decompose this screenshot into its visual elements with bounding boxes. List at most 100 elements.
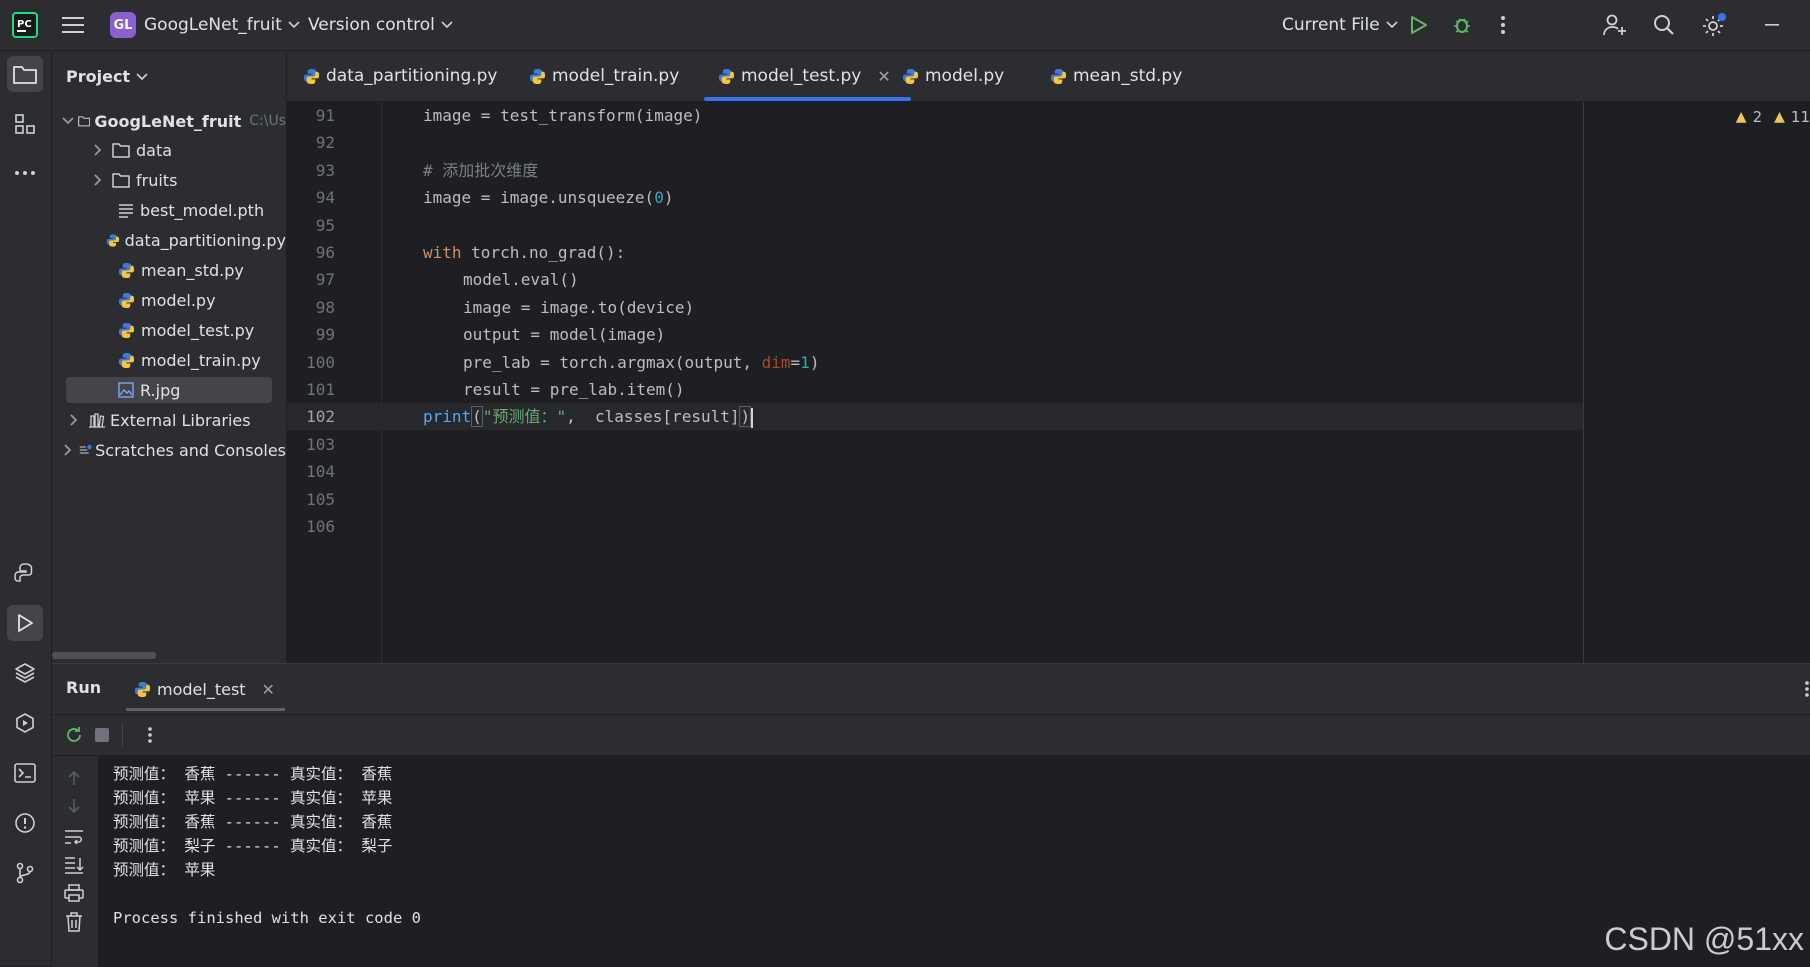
code-line[interactable]: 91 image = test_transform(image) xyxy=(287,102,1583,129)
close-icon[interactable]: ✕ xyxy=(262,680,275,699)
inspection-widget[interactable]: ▲ 2 ▲ 11 xyxy=(1736,108,1810,126)
more-vertical-icon[interactable] xyxy=(147,726,153,744)
tree-item-data[interactable]: data xyxy=(52,137,286,163)
console-line: Process finished with exit code 0 xyxy=(113,909,421,927)
more-actions-icon[interactable] xyxy=(1500,0,1506,50)
code-line[interactable]: 92 xyxy=(287,129,1583,156)
problems-tool-button[interactable] xyxy=(7,805,43,841)
arrow-up-icon[interactable] xyxy=(66,770,82,786)
close-icon[interactable]: ✕ xyxy=(877,67,890,86)
code-line[interactable]: 103 xyxy=(287,431,1583,458)
more-options-icon[interactable] xyxy=(1804,680,1810,698)
console-line: 预测值： 梨子 ------ 真实值： 梨子 xyxy=(113,837,393,855)
tree-item-model-test[interactable]: model_test.py xyxy=(52,317,286,343)
python-console-button[interactable] xyxy=(7,555,43,591)
run-tab-model-test[interactable]: model_test ✕ xyxy=(126,664,285,714)
code-line[interactable]: 93 # 添加批次维度 xyxy=(287,157,1583,184)
code-line[interactable]: 97 model.eval() xyxy=(287,266,1583,293)
project-panel-header[interactable]: Project xyxy=(66,67,148,86)
code-line[interactable]: 99 output = model(image) xyxy=(287,321,1583,348)
code-line[interactable]: 104 xyxy=(287,458,1583,485)
warning-count: 2 xyxy=(1752,108,1763,126)
services-tool-button[interactable] xyxy=(7,705,43,741)
scroll-to-end-icon[interactable] xyxy=(64,856,84,874)
git-branch-icon xyxy=(16,862,34,884)
stop-icon[interactable] xyxy=(95,728,109,742)
code-editor[interactable]: 91 image = test_transform(image) 92 93 # 添加批… xyxy=(287,102,1810,663)
horizontal-scrollbar[interactable] xyxy=(52,652,156,659)
tree-item-fruits[interactable]: fruits xyxy=(52,167,286,193)
project-tool-button[interactable] xyxy=(7,56,43,92)
version-control-widget[interactable]: Version control xyxy=(308,0,453,50)
python-file-icon xyxy=(1050,68,1067,84)
arrow-down-icon[interactable] xyxy=(66,798,82,814)
settings-gear-icon[interactable] xyxy=(1701,0,1727,50)
code-line[interactable]: 100 pre_lab = torch.argmax(output, dim=1) xyxy=(287,349,1583,376)
code-text: # 添加批次维度 xyxy=(423,157,538,184)
code-line[interactable]: 105 xyxy=(287,486,1583,513)
python-file-icon xyxy=(118,352,135,368)
code-text: model.eval() xyxy=(463,266,579,293)
tree-item-external-libraries[interactable]: External Libraries xyxy=(52,407,286,433)
folder-icon xyxy=(112,143,130,158)
tree-item-scratches[interactable]: Scratches and Consoles xyxy=(52,437,286,463)
tree-item-model-train[interactable]: model_train.py xyxy=(52,347,286,373)
run-button[interactable] xyxy=(1410,0,1428,50)
chevron-right-icon[interactable] xyxy=(62,444,74,456)
editor-tab-bar: data_partitioning.py model_train.py mode… xyxy=(287,51,1810,102)
run-tool-button[interactable] xyxy=(7,605,43,641)
code-line[interactable]: 106 xyxy=(287,513,1583,540)
line-number: 99 xyxy=(315,325,335,345)
soft-wrap-icon[interactable] xyxy=(64,828,84,846)
print-icon[interactable] xyxy=(64,884,84,902)
code-line[interactable]: 101 result = pre_lab.item() xyxy=(287,376,1583,403)
layers-tool-button[interactable] xyxy=(7,655,43,691)
structure-tool-button[interactable] xyxy=(7,106,43,142)
code-line[interactable]: 102 print("预测值：", classes[result]) xyxy=(287,403,1583,431)
tree-root-project[interactable]: GoogLeNet_fruit C:\Us xyxy=(52,108,286,134)
more-tools-button[interactable] xyxy=(7,155,43,191)
more-horizontal-icon xyxy=(15,171,35,175)
minimize-window-icon[interactable] xyxy=(1765,0,1781,50)
tree-item-best-model[interactable]: best_model.pth xyxy=(52,197,286,223)
trash-icon[interactable] xyxy=(65,912,83,932)
tree-item-mean-std[interactable]: mean_std.py xyxy=(52,257,286,283)
code-token: print xyxy=(423,407,472,427)
project-badge: GL xyxy=(110,12,136,38)
add-user-icon[interactable] xyxy=(1603,0,1627,50)
git-tool-button[interactable] xyxy=(7,855,43,891)
tree-item-r-jpg[interactable]: R.jpg xyxy=(52,377,286,403)
python-file-icon xyxy=(118,292,135,308)
chevron-right-icon[interactable] xyxy=(66,414,82,426)
code-line[interactable]: 95 xyxy=(287,212,1583,239)
search-icon[interactable] xyxy=(1653,0,1675,50)
tab-data-partitioning[interactable]: data_partitioning.py xyxy=(303,51,498,101)
rerun-icon[interactable] xyxy=(65,726,83,744)
tab-model-train[interactable]: model_train.py xyxy=(529,51,679,101)
main-menu-icon[interactable] xyxy=(62,0,84,50)
line-number: 96 xyxy=(315,243,335,262)
tab-model[interactable]: model.py xyxy=(902,51,1004,101)
line-number: 92 xyxy=(315,133,335,153)
debug-button[interactable] xyxy=(1452,0,1472,50)
code-token: 1 xyxy=(800,352,810,372)
code-line[interactable]: 94 image = image.unsqueeze(0) xyxy=(287,184,1583,211)
python-file-icon xyxy=(718,68,735,84)
version-control-label: Version control xyxy=(308,15,435,35)
terminal-tool-button[interactable] xyxy=(7,755,43,791)
python-file-icon xyxy=(118,322,135,338)
project-widget[interactable]: GL GoogLeNet_fruit xyxy=(110,0,300,50)
chevron-right-icon[interactable] xyxy=(90,144,106,156)
tab-mean-std[interactable]: mean_std.py xyxy=(1050,51,1182,101)
chevron-right-icon[interactable] xyxy=(90,174,106,186)
chevron-down-icon[interactable] xyxy=(62,117,74,125)
code-text: image = image.to(device) xyxy=(463,294,694,321)
run-tab-label: model_test xyxy=(157,679,246,699)
code-line[interactable]: 98 image = image.to(device) xyxy=(287,294,1583,321)
tree-item-data-partitioning[interactable]: data_partitioning.py xyxy=(52,227,286,253)
run-config-selector[interactable]: Current File xyxy=(1282,0,1398,50)
tree-item-model[interactable]: model.py xyxy=(52,287,286,313)
tab-model-test[interactable]: model_test.py ✕ xyxy=(704,51,911,101)
code-line[interactable]: 96 with torch.no_grad(): xyxy=(287,239,1583,266)
pycharm-logo-icon[interactable]: PC xyxy=(12,0,38,50)
